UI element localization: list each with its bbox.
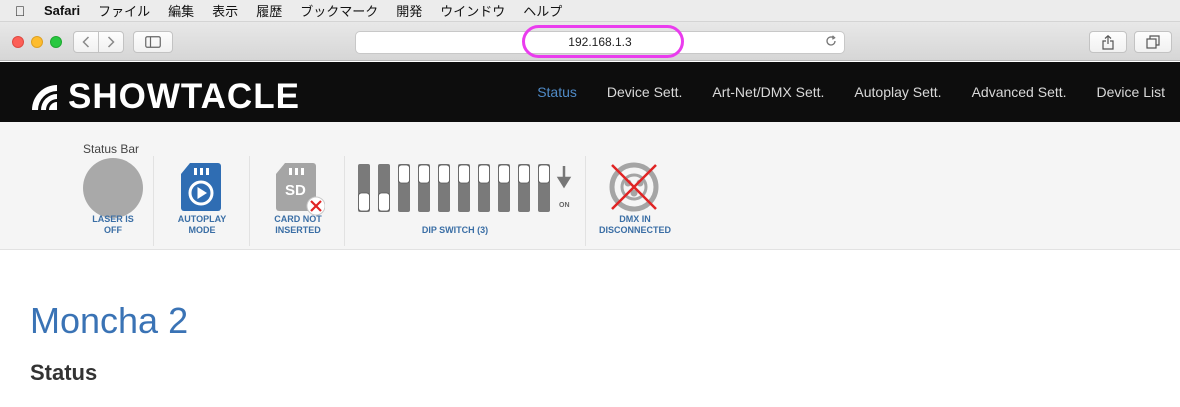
- dip-on-label: ON: [559, 202, 570, 209]
- logo-text: SHOWTACLE: [68, 77, 300, 116]
- chevron-right-icon: [107, 36, 115, 48]
- logo-mark-icon: [32, 85, 57, 110]
- section-title: Status: [30, 360, 98, 385]
- sd-card-play-icon: [181, 163, 221, 211]
- dip-switch-10: [538, 164, 550, 212]
- back-button[interactable]: [73, 31, 99, 53]
- site-navbar: SHOWTACLE Status Device Sett. Art-Net/DM…: [0, 62, 1180, 122]
- nav-artnet-dmx-settings[interactable]: Art-Net/DMX Sett.: [697, 84, 839, 100]
- menu-window[interactable]: ウインドウ: [431, 1, 514, 20]
- menu-file[interactable]: ファイル: [89, 1, 159, 20]
- dip-switch-2: [378, 164, 390, 212]
- tabs-icon: [1146, 35, 1160, 49]
- chevron-left-icon: [82, 36, 90, 48]
- menu-edit[interactable]: 編集: [159, 1, 203, 20]
- dip-switch-8: [498, 164, 510, 212]
- dip-switch-3: [398, 164, 410, 212]
- nav-links: Status Device Sett. Art-Net/DMX Sett. Au…: [522, 62, 1180, 122]
- apple-logo-icon[interactable]: : [0, 3, 40, 19]
- nav-device-settings[interactable]: Device Sett.: [592, 84, 697, 100]
- showtacle-logo[interactable]: SHOWTACLE: [30, 77, 300, 116]
- menu-view[interactable]: 表示: [203, 1, 247, 20]
- laser-status-label: LASER IS OFF: [92, 214, 134, 235]
- page-title: Moncha 2: [30, 300, 189, 341]
- sidebar-icon: [145, 36, 161, 48]
- card-status-label: CARD NOT INSERTED: [274, 214, 322, 235]
- nav-advanced-settings[interactable]: Advanced Sett.: [957, 84, 1082, 100]
- laser-off-indicator-icon: [83, 158, 143, 218]
- dip-switch-9: [518, 164, 530, 212]
- url-highlight-annotation: [522, 25, 684, 58]
- divider: [344, 156, 345, 246]
- menu-help[interactable]: ヘルプ: [514, 1, 571, 20]
- dip-switch-7: [478, 164, 490, 212]
- sidebar-toggle-button[interactable]: [133, 31, 173, 53]
- menu-bookmarks[interactable]: ブックマーク: [291, 1, 387, 20]
- dip-switch-1: [358, 164, 370, 212]
- divider: [585, 156, 586, 246]
- card-status: SD CARD NOT INSERTED: [256, 158, 340, 246]
- status-bar-title: Status Bar: [83, 142, 140, 156]
- dip-switch-6: [458, 164, 470, 212]
- dip-switch-5: [438, 164, 450, 212]
- arrow-down-icon: [556, 166, 572, 189]
- nav-status[interactable]: Status: [522, 84, 592, 100]
- nav-device-list[interactable]: Device List: [1082, 84, 1180, 100]
- dip-switch-graphic: [358, 164, 572, 212]
- zoom-window-button[interactable]: [50, 36, 62, 48]
- dip-switch-label: DIP SWITCH (3): [421, 225, 489, 235]
- close-window-button[interactable]: [12, 36, 24, 48]
- share-button[interactable]: [1089, 31, 1127, 53]
- status-bar: Status Bar LASER IS OFF AUTOPLAY MODE SD…: [0, 122, 1180, 250]
- dmx-status-label: DMX IN DISCONNECTED: [598, 214, 671, 235]
- menu-safari[interactable]: Safari: [40, 3, 89, 18]
- menu-history[interactable]: 履歴: [247, 1, 291, 20]
- laser-status: LASER IS OFF: [73, 158, 153, 246]
- sd-card-text: SD: [285, 182, 306, 199]
- mac-menubar:  Safari ファイル 編集 表示 履歴 ブックマーク 開発 ウインドウ ヘ…: [0, 0, 1180, 22]
- dip-switch-4: [418, 164, 430, 212]
- dmx-disconnected-icon: [609, 162, 659, 212]
- reload-icon[interactable]: [824, 35, 838, 49]
- forward-button[interactable]: [98, 31, 124, 53]
- dmx-status: DMX IN DISCONNECTED: [590, 158, 680, 246]
- minimize-window-button[interactable]: [31, 36, 43, 48]
- autoplay-status-label: AUTOPLAY MODE: [177, 214, 227, 235]
- menu-develop[interactable]: 開発: [387, 1, 431, 20]
- nav-autoplay-settings[interactable]: Autoplay Sett.: [839, 84, 956, 100]
- dip-switch-status: ON DIP SWITCH (3): [350, 158, 580, 246]
- autoplay-status: AUTOPLAY MODE: [160, 158, 244, 246]
- divider: [249, 156, 250, 246]
- divider: [153, 156, 154, 246]
- show-tabs-button[interactable]: [1134, 31, 1172, 53]
- share-icon: [1102, 34, 1114, 50]
